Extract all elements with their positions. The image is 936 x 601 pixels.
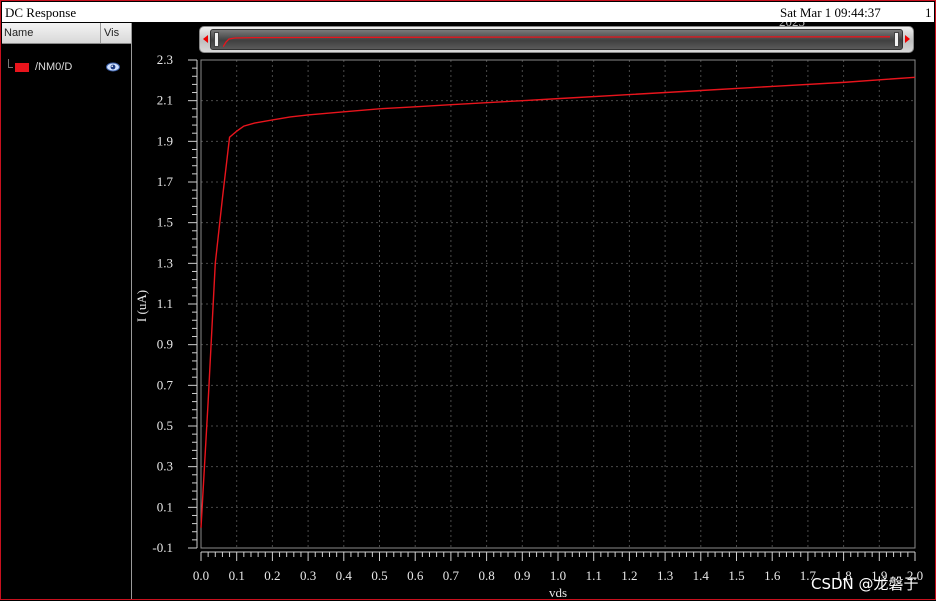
eye-icon[interactable]	[106, 61, 120, 73]
dc-response-plot[interactable]: 0.0 0.1 0.2 0.3 0.4 0.5 0.6 0.7 0.8 0.9 1.0 1.1 1.2 1…	[131, 51, 935, 601]
x-tick-label: 1.4	[693, 568, 710, 583]
x-tick-label: 1.0	[550, 568, 566, 583]
y-tick-label: 1.5	[157, 215, 173, 230]
y-tick-label: 2.3	[157, 52, 173, 67]
x-tick-label: 1.6	[764, 568, 781, 583]
scroll-thumb-right-handle[interactable]	[894, 32, 899, 47]
x-tick-label: 0.2	[264, 568, 280, 583]
column-header-name[interactable]: Name	[4, 27, 33, 39]
y-tick-label: 0.9	[157, 337, 173, 352]
y-tick-label: 1.1	[157, 296, 173, 311]
trace-row-nm0-d[interactable]: /NM0/D	[2, 59, 131, 77]
trace-legend-panel: Name Vis /NM0/D	[2, 23, 132, 599]
y-tick-label: 1.9	[157, 133, 173, 148]
overview-trace	[223, 36, 890, 47]
y-axis-title: I (uA)	[134, 290, 149, 322]
x-tick-label: 0.5	[371, 568, 387, 583]
axis-layer	[188, 59, 916, 561]
title-bar: DC Response Sat Mar 1 09:44:37 1	[2, 2, 934, 22]
x-tick-label: 0.6	[407, 568, 424, 583]
x-axis-title: vds	[549, 585, 567, 600]
y-tick-label: -0.1	[152, 540, 173, 555]
x-tick-label: 0.9	[514, 568, 530, 583]
column-header-vis[interactable]: Vis	[104, 27, 119, 39]
legend-header: Name Vis	[2, 23, 131, 44]
scroll-thumb-left-handle[interactable]	[214, 32, 219, 47]
scroll-left-arrow-icon[interactable]	[203, 35, 208, 43]
window-title: DC Response	[5, 5, 77, 20]
x-tick-label: 1.1	[586, 568, 602, 583]
y-tick-label: 0.5	[157, 418, 173, 433]
trace-color-swatch	[15, 63, 29, 72]
y-tick-label: 0.1	[157, 499, 173, 514]
x-tick-label: 1.2	[621, 568, 637, 583]
y-tick-label: 2.1	[157, 93, 173, 108]
tree-connector	[8, 59, 13, 68]
grid-layer	[201, 60, 915, 548]
x-tick-label: 0.8	[478, 568, 494, 583]
waveform-window: DC Response Sat Mar 1 09:44:37 1 2025 Na…	[0, 0, 936, 600]
y-tick-label: 0.3	[157, 459, 173, 474]
x-tick-label: 0.0	[193, 568, 209, 583]
csdn-watermark: CSDN @龙磐于	[811, 575, 919, 593]
y-tick-label: 1.7	[157, 174, 174, 189]
x-tick-label: 0.7	[443, 568, 460, 583]
x-tick-label: 1.5	[728, 568, 744, 583]
zoom-scrollbar[interactable]	[199, 26, 914, 53]
x-tick-label: 0.3	[300, 568, 316, 583]
y-tick-label: 0.7	[157, 377, 174, 392]
scroll-right-arrow-icon[interactable]	[905, 35, 910, 43]
x-tick-label: 1.3	[657, 568, 673, 583]
column-divider[interactable]	[100, 23, 101, 43]
x-tick-label: 0.4	[336, 568, 353, 583]
timestamp: Sat Mar 1 09:44:37	[780, 5, 881, 20]
page-number: 1	[925, 5, 932, 20]
y-tick-label: 1.3	[157, 255, 173, 270]
trace-label: /NM0/D	[35, 61, 73, 73]
scroll-thumb[interactable]	[210, 29, 903, 50]
x-tick-label: 0.1	[229, 568, 245, 583]
